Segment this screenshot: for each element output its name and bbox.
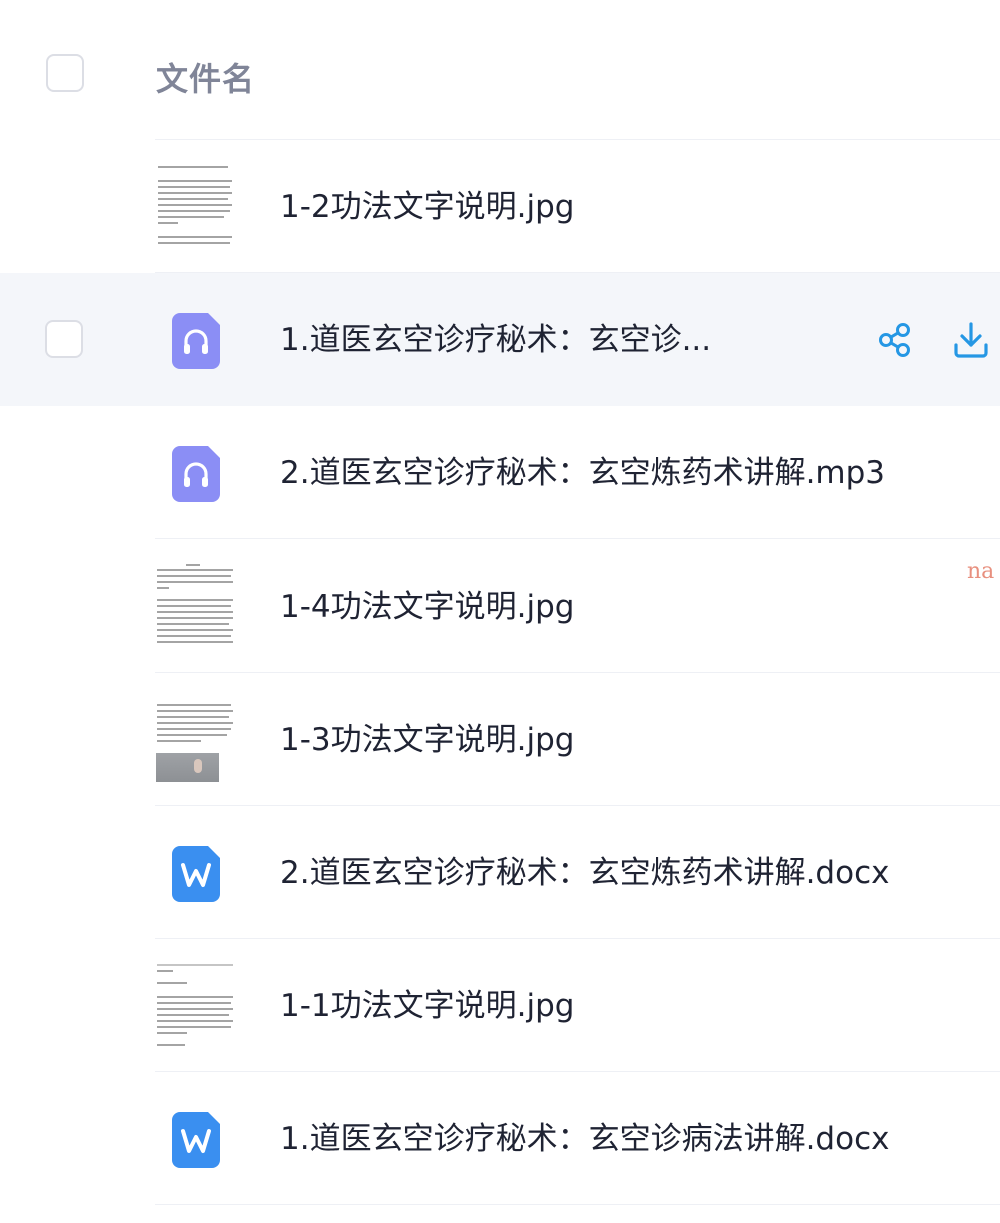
select-all-checkbox[interactable] (46, 54, 84, 92)
list-header: 文件名 (0, 0, 1000, 140)
file-row[interactable]: 1-2功法文字说明.jpg (0, 140, 1000, 273)
file-name[interactable]: 1-1功法文字说明.jpg (280, 986, 574, 1026)
file-row[interactable]: 1-4功法文字说明.jpg (0, 540, 1000, 673)
image-thumbnail (156, 962, 234, 1048)
file-name[interactable]: 1-4功法文字说明.jpg (280, 587, 574, 627)
watermark: na (967, 559, 995, 584)
word-file-icon (172, 1112, 220, 1168)
row-select-checkbox[interactable] (45, 320, 83, 358)
file-name[interactable]: 1.道医玄空诊疗秘术：玄空诊... (280, 320, 711, 360)
download-icon[interactable] (952, 321, 990, 359)
image-thumbnail (156, 563, 234, 649)
word-file-icon (172, 846, 220, 902)
file-name[interactable]: 1.道医玄空诊疗秘术：玄空诊病法讲解.docx (280, 1119, 889, 1159)
file-row[interactable]: 1-3功法文字说明.jpg (0, 673, 1000, 806)
audio-file-icon (172, 446, 220, 502)
image-thumbnail (156, 163, 234, 249)
file-row-hovered[interactable]: 1.道医玄空诊疗秘术：玄空诊... (0, 273, 1000, 406)
file-name[interactable]: 1-2功法文字说明.jpg (280, 187, 574, 227)
file-name[interactable]: 1-3功法文字说明.jpg (280, 720, 574, 760)
image-thumbnail (156, 696, 234, 782)
file-name[interactable]: 2.道医玄空诊疗秘术：玄空炼药术讲解.mp3 (280, 453, 885, 493)
audio-file-icon (172, 313, 220, 369)
file-row[interactable]: 2.道医玄空诊疗秘术：玄空炼药术讲解.docx (0, 806, 1000, 939)
file-row[interactable]: 2.道医玄空诊疗秘术：玄空炼药术讲解.mp3 (0, 406, 1000, 539)
column-header-filename[interactable]: 文件名 (156, 54, 255, 100)
file-list-page: 文件名 1-2功法文字说明.jpg 1.道医玄空诊疗秘术：玄空诊... 2.道医… (0, 0, 1000, 1223)
file-row[interactable]: 1-1功法文字说明.jpg (0, 939, 1000, 1072)
share-icon[interactable] (876, 321, 914, 359)
file-name[interactable]: 2.道医玄空诊疗秘术：玄空炼药术讲解.docx (280, 853, 889, 893)
file-row[interactable]: 1.道医玄空诊疗秘术：玄空诊病法讲解.docx (0, 1072, 1000, 1205)
